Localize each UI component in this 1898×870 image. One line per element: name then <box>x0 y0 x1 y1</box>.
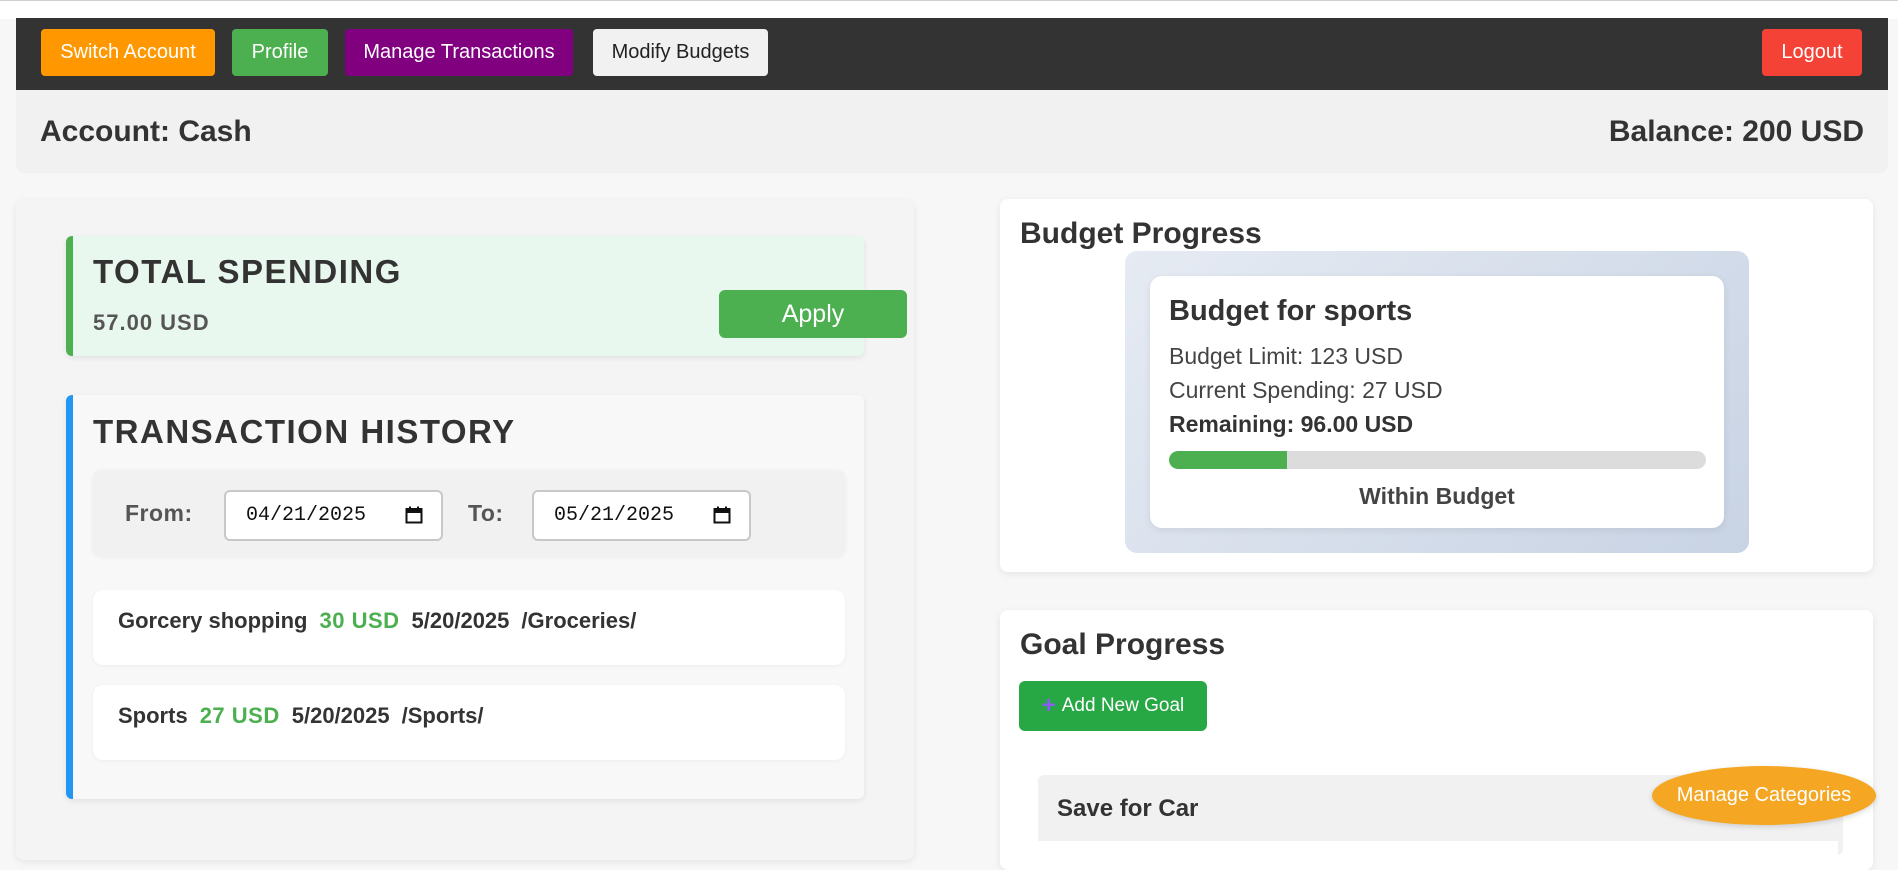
budget-card: Budget for sports Budget Limit: 123 USD … <box>1150 276 1724 528</box>
goal-name: Save for Car <box>1057 795 1199 822</box>
calendar-icon[interactable] <box>405 506 423 524</box>
date-filter: From: 04/21/2025 To: 05/21/2025 <box>93 470 845 556</box>
goal-progress-title: Goal Progress <box>1020 628 1226 661</box>
budget-progress-bar <box>1169 451 1706 469</box>
add-new-goal-label: Add New Goal <box>1061 695 1185 716</box>
transaction-description: Gorcery shopping <box>118 608 308 633</box>
from-date-value: 04/21/2025 <box>246 504 367 527</box>
transaction-category: /Sports/ <box>401 703 484 728</box>
calendar-icon[interactable] <box>713 506 731 524</box>
budget-name: Budget for sports <box>1169 295 1413 327</box>
plus-icon: + <box>1041 692 1056 719</box>
budget-status: Within Budget <box>1359 483 1515 509</box>
budget-current-spending: Current Spending: 27 USD <box>1169 377 1443 403</box>
to-date-input[interactable]: 05/21/2025 <box>532 490 751 541</box>
from-date-input[interactable]: 04/21/2025 <box>224 490 443 541</box>
transaction-description: Sports <box>118 703 188 728</box>
modify-budgets-button[interactable]: Modify Budgets <box>593 29 768 76</box>
budget-progress-fill <box>1169 451 1288 469</box>
to-label: To: <box>468 500 504 526</box>
transaction-date: 5/20/2025 <box>291 703 390 728</box>
account-info-bar: Account: Cash Balance: 200 USD <box>16 90 1888 173</box>
add-new-goal-button[interactable]: + Add New Goal <box>1019 681 1207 731</box>
spending-panel: TOTAL SPENDING 57.00 USD TRANSACTION HIS… <box>16 200 914 860</box>
transaction-history-title: TRANSACTION HISTORY <box>93 413 516 450</box>
transaction-amount: 30 USD <box>319 608 400 633</box>
goal-details <box>1038 841 1838 861</box>
logout-button[interactable]: Logout <box>1762 29 1862 76</box>
transaction-history-card: TRANSACTION HISTORY From: 04/21/2025 To:… <box>66 395 864 799</box>
browser-top-edge <box>0 0 1898 19</box>
top-navbar: Switch Account Profile Manage Transactio… <box>16 18 1888 90</box>
manage-categories-button[interactable]: Manage Categories <box>1652 766 1876 825</box>
budget-progress-panel: Budget Progress Budget for sports Budget… <box>1000 199 1873 572</box>
total-spending-title: TOTAL SPENDING <box>93 253 402 290</box>
transaction-category: /Groceries/ <box>521 608 637 633</box>
transaction-amount: 27 USD <box>199 703 280 728</box>
from-label: From: <box>125 500 193 526</box>
to-date-value: 05/21/2025 <box>554 504 675 527</box>
goal-progress-panel: Goal Progress + Add New Goal Save for Ca… <box>1000 610 1873 870</box>
budget-card-frame: Budget for sports Budget Limit: 123 USD … <box>1125 251 1749 553</box>
apply-filter-button[interactable]: Apply <box>719 290 907 338</box>
budget-remaining: Remaining: 96.00 USD <box>1169 411 1414 437</box>
transaction-item: Sports 27 USD 5/20/2025 /Sports/ <box>93 685 845 760</box>
total-spending-value: 57.00 USD <box>93 310 210 335</box>
manage-transactions-button[interactable]: Manage Transactions <box>345 29 573 76</box>
budget-limit: Budget Limit: 123 USD <box>1169 343 1403 369</box>
transaction-item: Gorcery shopping 30 USD 5/20/2025 /Groce… <box>93 590 845 665</box>
switch-account-button[interactable]: Switch Account <box>41 29 215 76</box>
budget-progress-title: Budget Progress <box>1020 217 1262 250</box>
account-name: Account: Cash <box>40 115 252 148</box>
transaction-date: 5/20/2025 <box>411 608 510 633</box>
account-balance: Balance: 200 USD <box>1608 115 1864 148</box>
profile-button[interactable]: Profile <box>232 29 328 76</box>
